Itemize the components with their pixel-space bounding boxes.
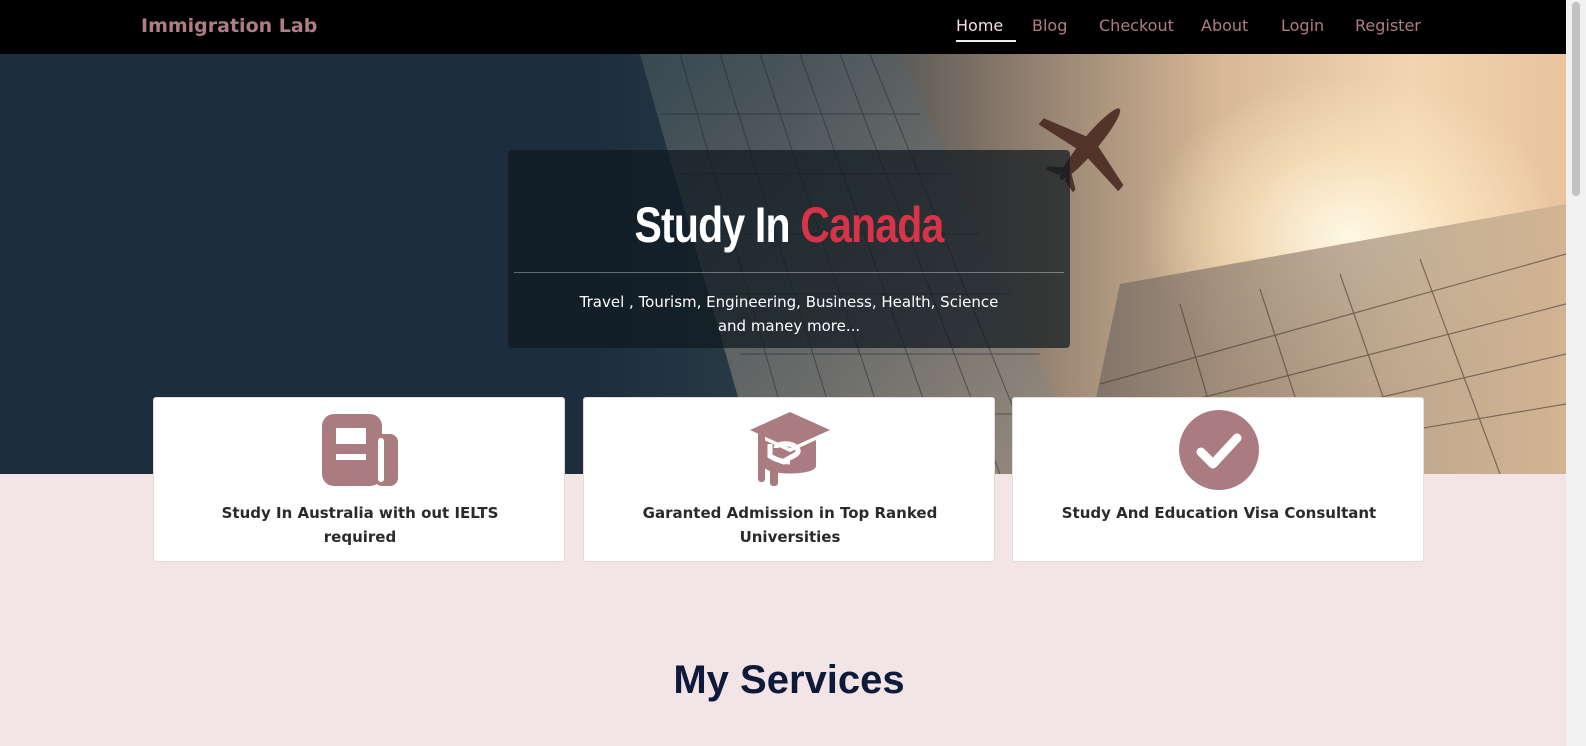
graduation-cap-icon	[750, 412, 830, 486]
check-circle-icon	[1179, 410, 1259, 490]
newspaper-icon	[322, 414, 398, 486]
hero-title: Study In Canada	[559, 196, 1020, 254]
feature-card-australia[interactable]: Study In Australia with out IELTS requir…	[153, 397, 565, 562]
brand-logo[interactable]: Immigration Lab	[141, 15, 317, 37]
hero-title-country: Canada	[800, 197, 944, 253]
nav-link-blog[interactable]: Blog	[1032, 16, 1067, 35]
hero-subtitle: Travel , Tourism, Engineering, Business,…	[579, 293, 999, 335]
nav-link-home[interactable]: Home	[956, 16, 1003, 35]
scrollbar-thumb[interactable]	[1572, 2, 1580, 196]
nav-link-login[interactable]: Login	[1281, 16, 1324, 35]
nav-link-register[interactable]: Register	[1355, 16, 1421, 35]
feature-card-text: Study And Education Visa Consultant	[1061, 504, 1377, 522]
active-nav-indicator	[956, 40, 1016, 42]
hero-divider	[514, 272, 1064, 273]
services-heading: My Services	[673, 658, 905, 702]
feature-card-visa[interactable]: Study And Education Visa Consultant	[1012, 397, 1424, 562]
feature-card-admission[interactable]: Garanted Admission in Top Ranked Univers…	[583, 397, 995, 562]
nav-link-about[interactable]: About	[1201, 16, 1248, 35]
nav-link-checkout[interactable]: Checkout	[1099, 16, 1174, 35]
top-navbar: Immigration Lab Home Blog Checkout About…	[0, 0, 1566, 54]
hero-title-study-in: Study In	[634, 197, 791, 253]
feature-card-text: Garanted Admission in Top Ranked Univers…	[642, 504, 938, 546]
hero-text-panel: Study In Canada Travel , Tourism, Engine…	[508, 150, 1070, 348]
feature-card-text: Study In Australia with out IELTS requir…	[221, 504, 499, 546]
